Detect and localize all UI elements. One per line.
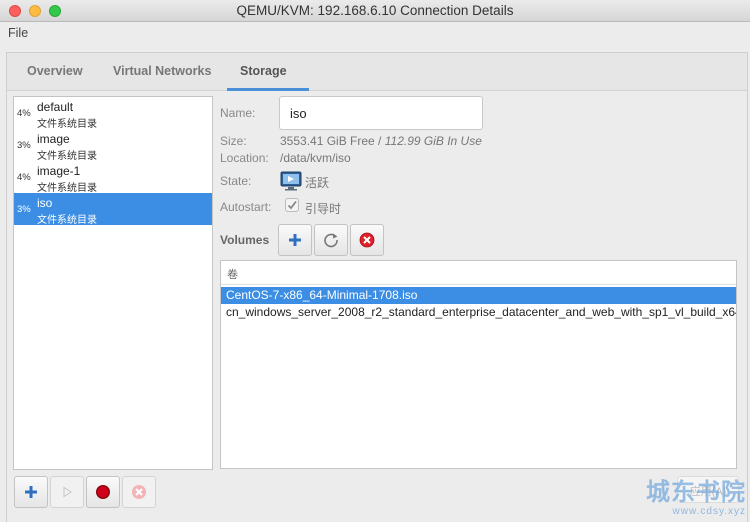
plus-icon <box>25 486 37 498</box>
autostart-label: Autostart: <box>220 200 272 214</box>
pool-type: 文件系统目录 <box>37 215 97 226</box>
pool-name-field[interactable]: iso <box>279 96 483 130</box>
watermark-text: 城东书院 <box>646 479 746 506</box>
size-free: 3553.41 GiB Free / <box>280 134 382 148</box>
pool-name: default <box>37 100 74 114</box>
pool-item-iso[interactable]: 3% iso 文件系统目录 <box>14 193 212 226</box>
volume-name: CentOS-7-x86_64-Minimal-1708.iso <box>226 288 418 302</box>
refresh-volumes-button[interactable] <box>314 224 348 256</box>
volume-column-header[interactable]: 卷 <box>221 261 736 285</box>
delete-volume-button[interactable] <box>350 224 384 256</box>
menu-file[interactable]: File <box>8 26 28 40</box>
plus-icon <box>289 234 301 246</box>
name-label: Name: <box>220 106 256 120</box>
volume-column-title: 卷 <box>227 269 238 281</box>
storage-pool-list[interactable]: 4% default 文件系统目录 3% image 文件系统目录 4% ima… <box>13 96 213 470</box>
pool-usage-percent: 3% <box>17 140 31 151</box>
size-in-use: 112.99 GiB In Use <box>384 134 482 148</box>
monitor-icon <box>280 171 302 191</box>
pool-type: 文件系统目录 <box>37 183 97 194</box>
pool-name: iso <box>37 196 53 210</box>
tab-virtual-networks[interactable]: Virtual Networks <box>113 64 211 78</box>
state-value: 活跃 <box>305 176 330 190</box>
autostart-value: 引导时 <box>305 202 342 216</box>
pool-item-default[interactable]: 4% default 文件系统目录 <box>14 97 212 130</box>
watermark: 城东书院 www.cdsy.xyz <box>628 472 750 522</box>
pool-type: 文件系统目录 <box>37 151 97 162</box>
pool-type: 文件系统目录 <box>37 119 97 130</box>
tab-overview[interactable]: Overview <box>27 64 83 78</box>
play-icon <box>63 486 72 498</box>
title-bar: QEMU/KVM: 192.168.6.10 Connection Detail… <box>0 0 750 22</box>
delete-icon <box>359 232 375 248</box>
checkmark-icon <box>287 200 297 210</box>
active-tab-indicator <box>227 88 309 91</box>
pool-usage-percent: 4% <box>17 108 31 119</box>
volume-list[interactable]: 卷 CentOS-7-x86_64-Minimal-1708.iso cn_wi… <box>220 260 737 469</box>
pool-name: image-1 <box>37 164 81 178</box>
pool-item-image-1[interactable]: 4% image-1 文件系统目录 <box>14 161 212 194</box>
add-pool-button[interactable] <box>14 476 48 508</box>
delete-icon <box>132 485 146 499</box>
window-title: QEMU/KVM: 192.168.6.10 Connection Detail… <box>236 3 514 18</box>
volume-name: cn_windows_server_2008_r2_standard_enter… <box>226 305 736 319</box>
pool-usage-percent: 3% <box>17 204 31 215</box>
watermark-url: www.cdsy.xyz <box>672 506 746 517</box>
stop-pool-button[interactable] <box>86 476 120 508</box>
size-value: 3553.41 GiB Free / 112.99 GiB In Use <box>280 134 482 148</box>
pool-usage-percent: 4% <box>17 172 31 183</box>
tab-storage[interactable]: Storage <box>240 64 287 78</box>
location-value: /data/kvm/iso <box>280 151 351 165</box>
add-volume-button[interactable] <box>278 224 312 256</box>
state-label: State: <box>220 174 252 188</box>
start-pool-button[interactable] <box>50 476 84 508</box>
delete-pool-button[interactable] <box>122 476 156 508</box>
refresh-icon <box>324 233 338 248</box>
volumes-label: Volumes <box>220 233 270 247</box>
size-label: Size: <box>220 134 247 148</box>
volume-row[interactable]: cn_windows_server_2008_r2_standard_enter… <box>221 304 736 321</box>
location-label: Location: <box>220 151 269 165</box>
pool-item-image[interactable]: 3% image 文件系统目录 <box>14 129 212 162</box>
autostart-checkbox[interactable] <box>285 198 299 212</box>
volume-row[interactable]: CentOS-7-x86_64-Minimal-1708.iso <box>221 287 736 304</box>
tab-bar: Overview Virtual Networks Storage <box>7 53 747 91</box>
pool-name: image <box>37 132 70 146</box>
stop-icon <box>96 485 110 499</box>
menu-bar: File <box>0 22 750 44</box>
